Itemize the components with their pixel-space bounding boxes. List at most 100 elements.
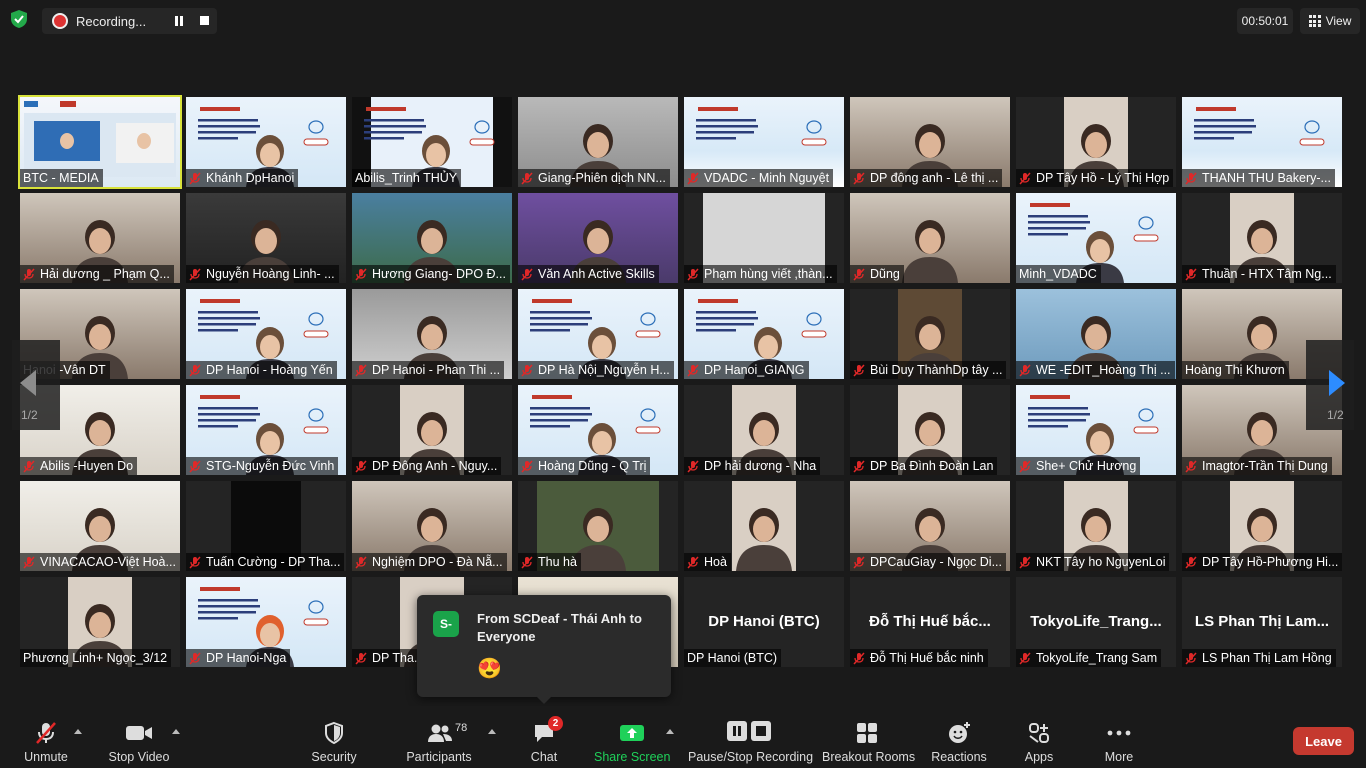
participant-video-tile[interactable]: She+ Chử Hương — [1016, 385, 1176, 475]
mic-muted-icon — [853, 555, 865, 569]
pause-stop-recording-button[interactable]: Pause/Stop Recording — [688, 720, 814, 764]
participant-video-tile[interactable]: Giang-Phiên dịch NN... — [518, 97, 678, 187]
mic-muted-icon — [1019, 363, 1031, 377]
participant-video-tile[interactable]: Thuần - HTX Tâm Ng... — [1182, 193, 1342, 283]
participant-video-tile[interactable]: DP Hanoi-Nga — [186, 577, 346, 667]
participant-video-tile[interactable]: DP Hanoi (BTC) DP Hanoi (BTC) — [684, 577, 844, 667]
security-shield-icon[interactable] — [8, 8, 30, 30]
participant-name-text: Hương Giang- DPO Đ... — [372, 267, 506, 281]
participant-video-tile[interactable]: DP Tây Hồ - Lý Thị Hợp — [1016, 97, 1176, 187]
apps-button[interactable]: Apps — [1020, 720, 1058, 764]
participant-name-text: Giang-Phiên dịch NN... — [538, 171, 666, 185]
participant-name-text: DP Hanoi - Phan Thi ... — [372, 363, 501, 377]
participant-video-tile[interactable]: Nghiệm DPO - Đà Nẵ... — [352, 481, 512, 571]
mic-muted-icon — [23, 555, 35, 569]
participant-video-tile[interactable]: TokyoLife_Trang... TokyoLife_Trang Sam — [1016, 577, 1176, 667]
pause-stop-recording-icon — [727, 721, 771, 741]
previous-page-button[interactable]: 1/2 — [12, 340, 60, 430]
participant-video-tile[interactable]: Khánh DpHanoi — [186, 97, 346, 187]
next-page-button[interactable]: 1/2 — [1306, 340, 1354, 430]
participant-video-tile[interactable]: Hoà — [684, 481, 844, 571]
participant-video-tile[interactable]: DP hải dương - Nha — [684, 385, 844, 475]
participant-name-text: Văn Anh Active Skills — [538, 267, 655, 281]
participant-name-label: DP Hà Nội_Nguyễn H... — [518, 361, 674, 379]
chat-notification-popup[interactable]: S- From SCDeaf - Thái Anh to Everyone 😍 — [417, 595, 671, 697]
participants-options-chevron-icon[interactable] — [488, 729, 496, 734]
chat-notification-title: From SCDeaf - Thái Anh to Everyone — [477, 611, 642, 644]
stop-recording-icon[interactable] — [200, 16, 209, 25]
participant-video-tile[interactable]: DP đông anh - Lê thị ... — [850, 97, 1010, 187]
participant-video-tile[interactable]: DP Ba Đình Đoàn Lan — [850, 385, 1010, 475]
participant-video-tile[interactable]: Tuấn Cường - DP Tha... — [186, 481, 346, 571]
participant-video-tile[interactable]: DP Đông Anh - Nguy... — [352, 385, 512, 475]
participant-video-tile[interactable]: BTC - MEDIA — [18, 95, 182, 189]
participant-name-text: Phạm hùng viết ,thàn... — [704, 267, 833, 281]
share-options-chevron-icon[interactable] — [666, 729, 674, 734]
participant-name-label: BTC - MEDIA — [20, 169, 103, 187]
participant-video-tile[interactable]: NKT Tây ho NguyenLoi — [1016, 481, 1176, 571]
participant-name-label: Nghiệm DPO - Đà Nẵ... — [352, 553, 507, 571]
reactions-button[interactable]: Reactions — [930, 720, 988, 764]
participant-video-tile[interactable]: Đỗ Thị Huế bắc... Đỗ Thị Huế bắc ninh — [850, 577, 1010, 667]
participant-video-tile[interactable]: DP Hanoi_GIANG — [684, 289, 844, 379]
reactions-smiley-icon — [949, 722, 970, 743]
mic-muted-icon — [1185, 555, 1197, 569]
more-button[interactable]: More — [1100, 720, 1138, 764]
participant-video-tile[interactable]: Dũng — [850, 193, 1010, 283]
participant-video-tile[interactable]: Minh_VDADC — [1016, 193, 1176, 283]
mic-muted-icon — [23, 459, 35, 473]
participant-video-tile[interactable]: THANH THU Bakery-... — [1182, 97, 1342, 187]
unmute-button[interactable]: Unmute — [20, 720, 72, 764]
participants-count: 78 — [455, 722, 468, 734]
participant-video-tile[interactable]: Nguyễn Hoàng Linh- ... — [186, 193, 346, 283]
participant-name-text: DP đông anh - Lê thị ... — [870, 171, 999, 185]
view-button[interactable]: View — [1300, 8, 1360, 34]
participant-video-tile[interactable]: Hoàng Dũng - Q Trị — [518, 385, 678, 475]
share-screen-label: Share Screen — [594, 750, 671, 764]
pause-recording-icon[interactable] — [174, 16, 184, 26]
participant-video-tile[interactable]: Phương Linh+ Ngọc_3/12 — [20, 577, 180, 667]
mic-muted-icon — [1019, 651, 1031, 665]
participant-video-tile[interactable]: DPCauGiay - Ngọc Di... — [850, 481, 1010, 571]
participant-name-text: Imagtor-Trần Thị Dung — [1202, 459, 1328, 473]
leave-button[interactable]: Leave — [1293, 727, 1354, 755]
participant-name-text: LS Phan Thị Lam Hồng — [1202, 651, 1332, 665]
participant-video-tile[interactable]: VINACACAO-Việt Hoà... — [20, 481, 180, 571]
breakout-rooms-button[interactable]: Breakout Rooms — [822, 720, 915, 764]
participant-name-text: BTC - MEDIA — [23, 171, 99, 185]
participant-video-tile[interactable]: Thu hà — [518, 481, 678, 571]
page-indicator-left: 1/2 — [21, 408, 38, 422]
participant-video-tile[interactable]: DP Hanoi - Phan Thi ... — [352, 289, 512, 379]
participant-name-text: Dũng — [870, 267, 900, 281]
participant-name-text: Hoà — [704, 555, 727, 569]
mic-muted-icon — [521, 459, 533, 473]
participant-video-tile[interactable]: Hải dương _ Phạm Q... — [20, 193, 180, 283]
participant-video-tile[interactable]: DP Hà Nội_Nguyễn H... — [518, 289, 678, 379]
participant-video-tile[interactable]: Bùi Duy ThànhDp tây ... — [850, 289, 1010, 379]
audio-options-chevron-icon[interactable] — [74, 729, 82, 734]
share-screen-button[interactable]: Share Screen — [594, 720, 670, 764]
stop-video-button[interactable]: Stop Video — [105, 720, 173, 764]
participant-name-label: Abilis_Trinh THỦY — [352, 169, 462, 187]
security-button[interactable]: Security — [306, 720, 362, 764]
participant-name-label: DP Hanoi-Nga — [186, 649, 291, 667]
participant-video-tile[interactable]: DP Tây Hồ-Phương Hi... — [1182, 481, 1342, 571]
video-options-chevron-icon[interactable] — [172, 729, 180, 734]
participant-video-tile[interactable]: Abilis_Trinh THỦY — [352, 97, 512, 187]
participant-video-tile[interactable]: STG-Nguyễn Đức Vinh — [186, 385, 346, 475]
sender-avatar: S- — [433, 611, 459, 637]
participant-video-tile[interactable]: Hương Giang- DPO Đ... — [352, 193, 512, 283]
mic-muted-icon — [355, 555, 367, 569]
participant-name-label: Tuấn Cường - DP Tha... — [186, 553, 345, 571]
participant-video-tile[interactable]: Phạm hùng viết ,thàn... — [684, 193, 844, 283]
participant-video-tile[interactable]: Văn Anh Active Skills — [518, 193, 678, 283]
pause-stop-recording-label: Pause/Stop Recording — [688, 750, 814, 764]
participant-video-tile[interactable]: WE -EDIT_Hoàng Thị ... — [1016, 289, 1176, 379]
participant-name-text: DPCauGiay - Ngọc Di... — [870, 555, 1002, 569]
participant-video-tile[interactable]: DP Hanoi - Hoàng Yến — [186, 289, 346, 379]
participant-video-tile[interactable]: VDADC - Minh Nguyệt — [684, 97, 844, 187]
participant-video-tile[interactable]: LS Phan Thị Lam... LS Phan Thị Lam Hồng — [1182, 577, 1342, 667]
participant-name-label: Phạm hùng viết ,thàn... — [684, 265, 837, 283]
participant-name-label: DP Hanoi - Phan Thi ... — [352, 361, 505, 379]
participant-name-text: WE -EDIT_Hoàng Thị ... — [1036, 363, 1171, 377]
